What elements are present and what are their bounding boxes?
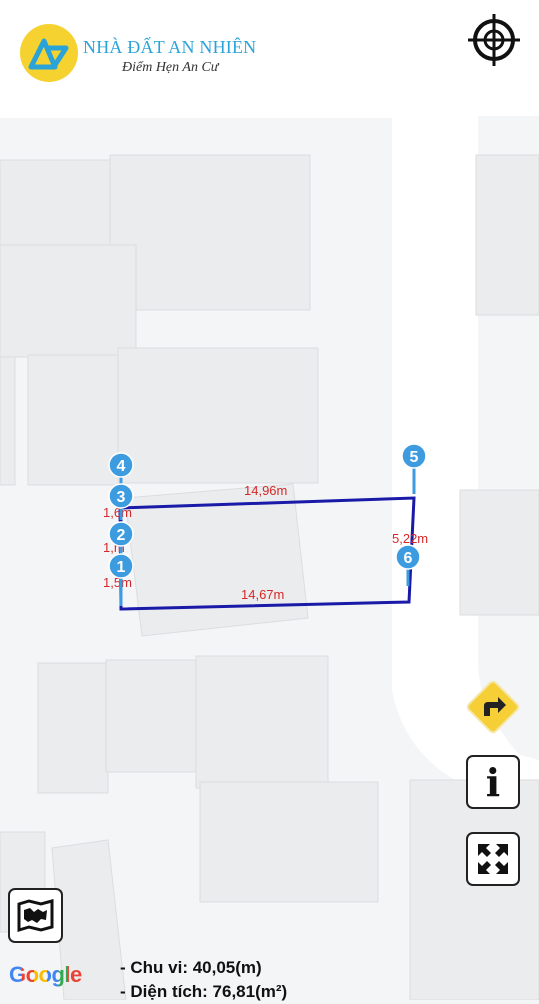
google-text: Google (9, 962, 82, 987)
marker-5-label: 5 (410, 449, 419, 466)
brand-title: NHÀ ĐẤT AN NHIÊN (83, 37, 257, 57)
directions-button[interactable] (462, 676, 524, 738)
marker-1-label: 1 (117, 559, 126, 576)
brand-slogan: Điểm Hẹn An Cư (122, 60, 219, 75)
info-icon: i (485, 760, 501, 805)
expand-icon (478, 844, 508, 874)
crosshair-icon (468, 14, 520, 66)
area-text: - Diện tích: 76,81(m²) (120, 982, 288, 1001)
map-canvas[interactable]: 14,96m 14,67m 5,22m 1,6⁠m 1,​m 1,5⁠m 4 3… (0, 0, 539, 1000)
marker-2-label: 2 (117, 527, 126, 544)
brand-logo (20, 24, 78, 82)
plot-summary: - Chu vi: 40,05(m) - Diện tích: 76,81(m²… (120, 956, 287, 1004)
map-icon (17, 899, 54, 933)
perimeter-text: - Chu vi: 40,05(m) (120, 958, 262, 977)
marker-4-label: 4 (117, 458, 126, 475)
google-attribution: Google (9, 962, 82, 988)
edge-label-top: 14,96m (244, 483, 287, 498)
fullscreen-button[interactable] (466, 832, 520, 886)
turn-right-icon (466, 680, 520, 734)
edge-label-bottom: 14,67m (241, 587, 284, 602)
app-header: NHÀ ĐẤT AN NHIÊN Điểm Hẹn An Cư (0, 0, 539, 115)
edge-label-right: 5,22m (392, 531, 428, 546)
marker-3-label: 3 (117, 489, 126, 506)
marker-6-label: 6 (404, 550, 413, 567)
map-type-button[interactable] (8, 888, 63, 943)
info-button[interactable]: i (466, 755, 520, 809)
my-location-button[interactable] (466, 12, 522, 68)
logo-mark-icon (28, 38, 69, 70)
